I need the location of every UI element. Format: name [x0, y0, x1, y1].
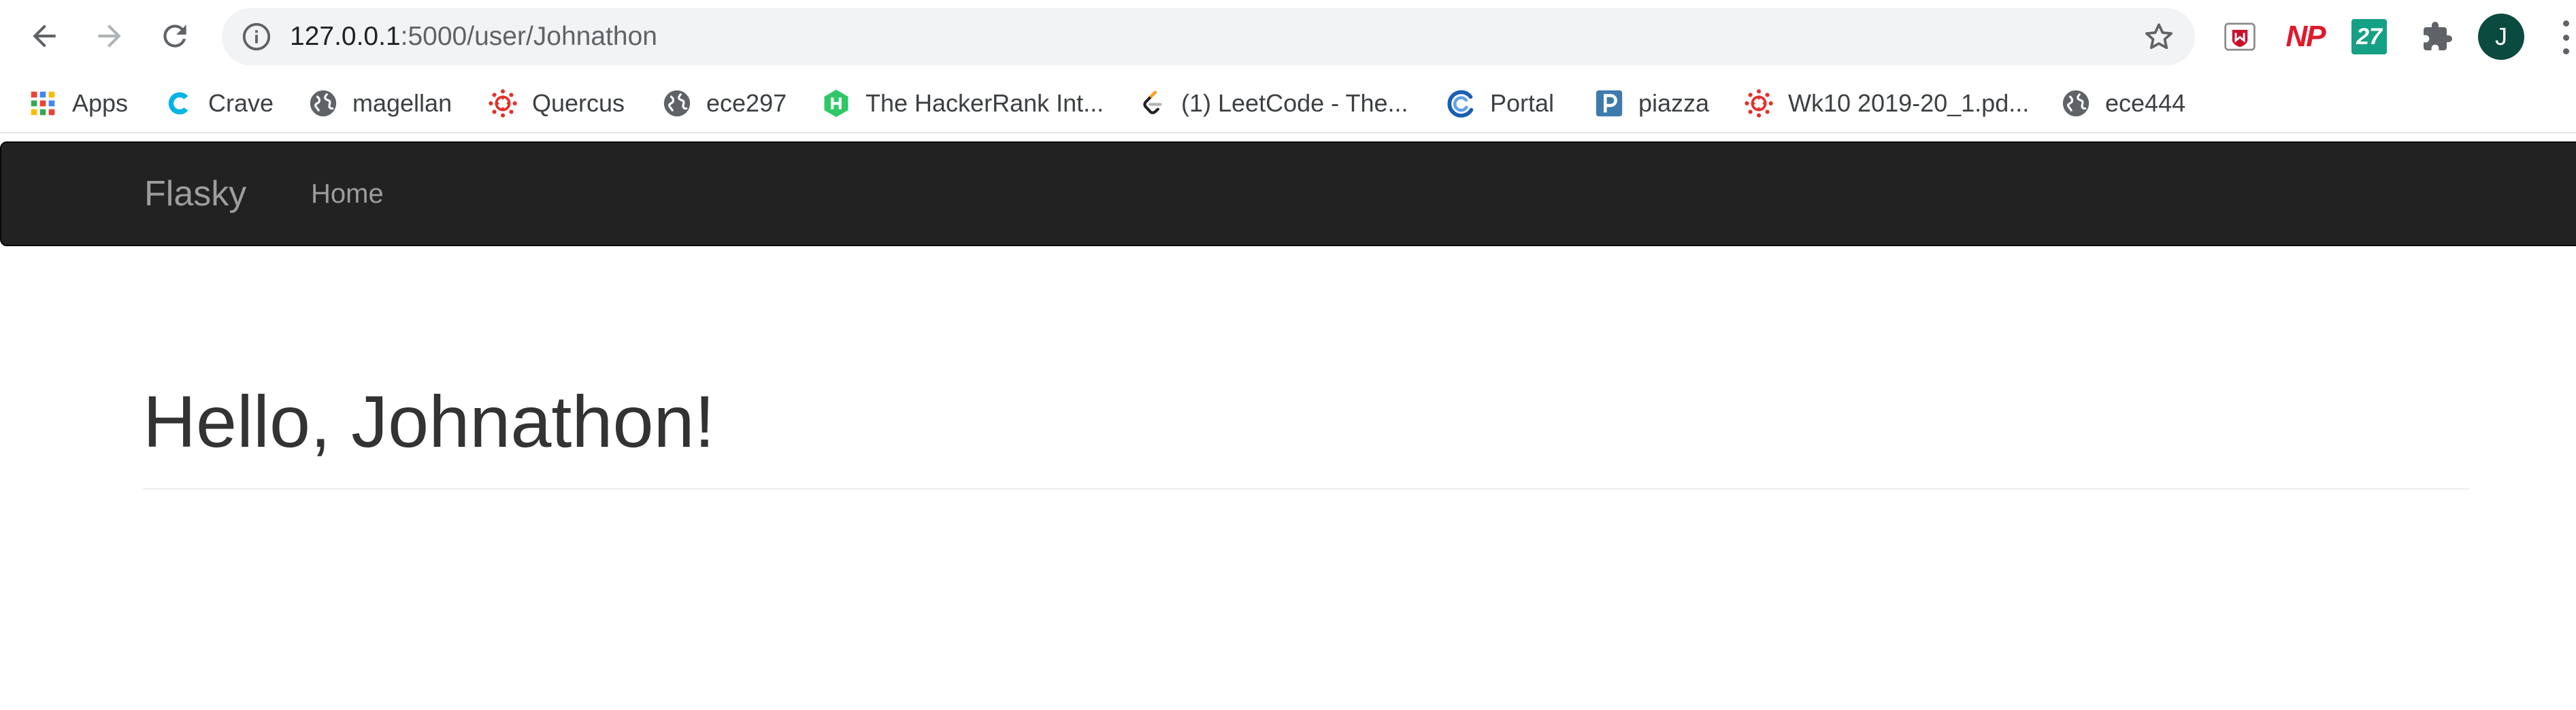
reload-button[interactable]: [151, 12, 199, 60]
bookmark-star-icon[interactable]: [2142, 20, 2176, 54]
arrow-left-icon: [33, 24, 56, 48]
bookmark-magellan[interactable]: magellan: [308, 73, 452, 133]
page-header: Hello, Johnathon!: [143, 354, 2470, 490]
bookmark-wk10[interactable]: Wk10 2019-20_1.pd...: [1743, 73, 2029, 133]
bookmark-label: piazza: [1638, 89, 1710, 117]
bookmark-label: magellan: [352, 89, 452, 117]
forward-button[interactable]: [86, 12, 133, 60]
piazza-icon: [1594, 88, 1625, 119]
brand-link[interactable]: Flasky: [144, 143, 246, 245]
back-button[interactable]: [20, 12, 68, 60]
reload-icon: [163, 24, 186, 48]
bookmark-label: ece297: [706, 89, 787, 117]
browser-menu-icon[interactable]: [2561, 20, 2571, 54]
bookmark-hackerrank[interactable]: The HackerRank Int...: [821, 73, 1104, 133]
np-extension-icon[interactable]: NP: [2285, 16, 2326, 57]
bookmark-piazza[interactable]: piazza: [1594, 73, 1709, 133]
bookmark-ece297[interactable]: ece297: [661, 73, 787, 133]
bookmark-crave[interactable]: Crave: [163, 73, 274, 133]
bookmark-portal[interactable]: Portal: [1445, 73, 1554, 133]
canvas-icon: [1743, 88, 1774, 119]
bookmark-label: Wk10 2019-20_1.pd...: [1788, 89, 2030, 117]
canvas-icon: [487, 88, 518, 119]
mcafee-extension-icon[interactable]: [2219, 16, 2260, 57]
app-navbar: Flasky Home: [0, 141, 2576, 246]
bookmark-leetcode[interactable]: (1) LeetCode - The...: [1136, 73, 1408, 133]
url-host: 127.0.0.1: [290, 22, 401, 51]
bookmark-label: Quercus: [532, 89, 625, 117]
bookmark-quercus[interactable]: Quercus: [487, 73, 625, 133]
greeting-heading: Hello, Johnathon!: [143, 380, 715, 462]
apps-grid-icon: [27, 88, 59, 119]
bookmark-label: The HackerRank Int...: [865, 89, 1104, 117]
hackerrank-icon: [821, 88, 852, 119]
bookmark-label: Crave: [208, 89, 274, 117]
leetcode-icon: [1136, 88, 1168, 119]
bookmarks-bar: Apps Crave magellan Quercus ece297 The H…: [0, 73, 2576, 133]
url-text[interactable]: 127.0.0.1:5000/user/Johnathon: [290, 8, 657, 65]
globe-icon: [661, 88, 693, 119]
portal-icon: [1445, 88, 1476, 119]
info-icon[interactable]: [241, 21, 272, 52]
bookmark-label: Apps: [72, 89, 129, 117]
globe-icon: [2060, 88, 2092, 119]
globe-icon: [308, 88, 339, 119]
bookmark-label: Portal: [1490, 89, 1555, 117]
arrow-right-icon: [98, 24, 121, 48]
np-extension-label: NP: [2285, 20, 2326, 53]
bookmark-label: (1) LeetCode - The...: [1181, 89, 1408, 117]
27-extension-icon[interactable]: 27: [2349, 16, 2390, 57]
address-bar[interactable]: 127.0.0.1:5000/user/Johnathon: [222, 8, 2195, 65]
extensions-puzzle-icon[interactable]: [2417, 16, 2458, 57]
bookmark-ece444[interactable]: ece444: [2060, 73, 2185, 133]
27-extension-label: 27: [2351, 19, 2387, 54]
nav-home-link[interactable]: Home: [311, 143, 384, 245]
crave-icon: [163, 88, 195, 119]
url-path: :5000/user/Johnathon: [400, 22, 657, 51]
profile-avatar[interactable]: J: [2478, 14, 2524, 60]
bookmark-apps[interactable]: Apps: [27, 73, 128, 133]
bookmark-label: ece444: [2105, 89, 2186, 117]
browser-toolbar: 127.0.0.1:5000/user/Johnathon NP 27 J: [0, 0, 2576, 73]
